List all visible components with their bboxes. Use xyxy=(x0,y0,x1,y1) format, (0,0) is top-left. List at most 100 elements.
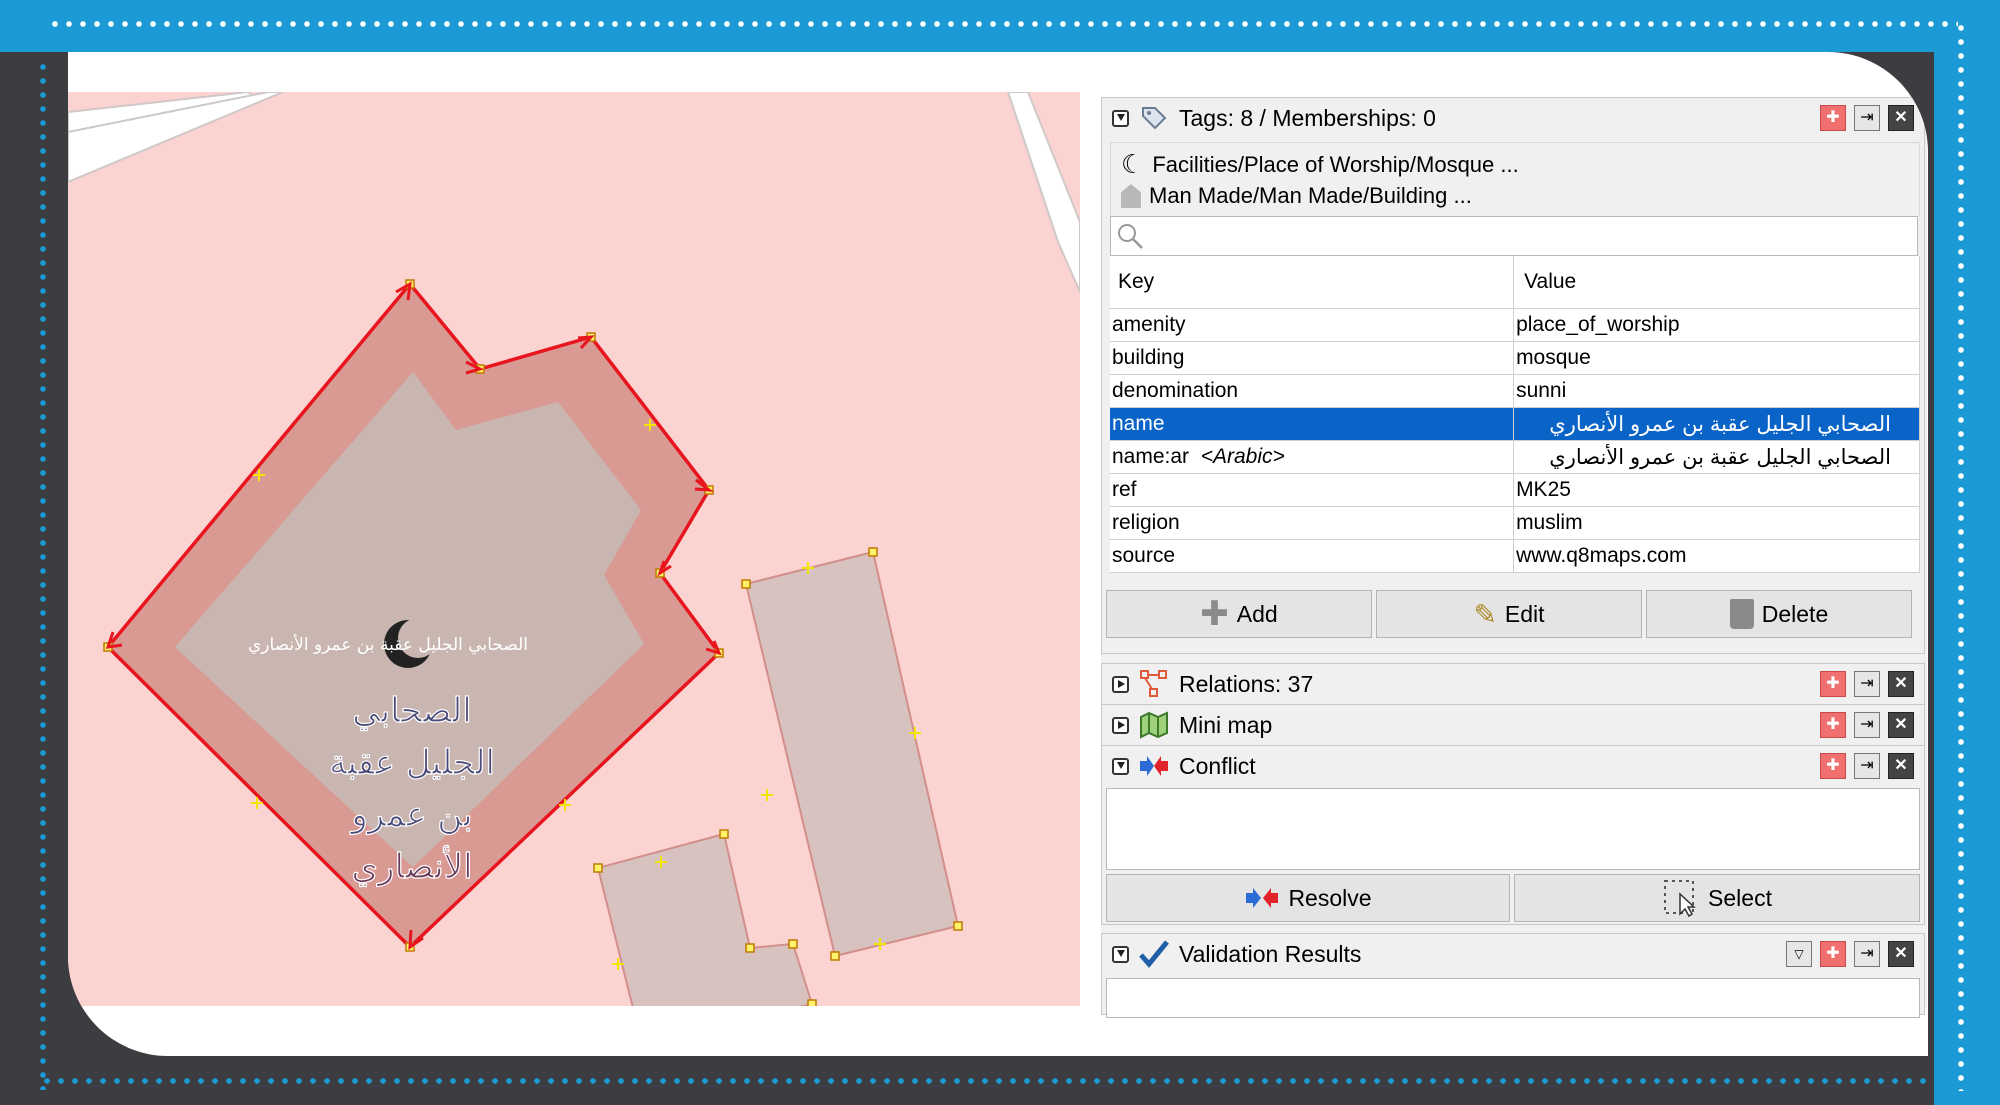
collapse-toggle-icon[interactable] xyxy=(1112,945,1129,963)
table-row[interactable]: religion muslim xyxy=(1110,506,1920,540)
tag-value[interactable]: place_of_worship xyxy=(1513,308,1920,342)
conflict-dialog: Conflict ✚ ⇥ ✕ Resolve Select xyxy=(1101,745,1925,925)
building-rect[interactable] xyxy=(744,550,960,958)
trash-icon xyxy=(1729,599,1754,629)
close-icon[interactable]: ✕ xyxy=(1888,712,1914,738)
tag-key[interactable]: building xyxy=(1110,341,1515,375)
table-row[interactable]: source www.q8maps.com xyxy=(1110,539,1920,573)
table-header: Key Value xyxy=(1110,256,1920,309)
table-row[interactable]: ref MK25 xyxy=(1110,473,1920,507)
frame-dots-right xyxy=(1958,21,1964,1091)
tag-key[interactable]: denomination xyxy=(1110,374,1515,408)
collapse-toggle-icon[interactable] xyxy=(1112,109,1129,127)
add-button[interactable]: ✚ Add xyxy=(1106,590,1372,638)
preset-item-building[interactable]: Man Made/Man Made/Building ... xyxy=(1121,183,1472,209)
frame-right-bar xyxy=(1934,0,2000,1105)
tag-value[interactable]: muslim xyxy=(1513,506,1920,540)
validation-results-list[interactable] xyxy=(1106,978,1920,1018)
filter-icon[interactable]: ▽ xyxy=(1786,941,1812,967)
validation-dialog-header[interactable]: Validation Results ▽ ✚ ⇥ ✕ xyxy=(1102,934,1924,974)
preset-label: Man Made/Man Made/Building ... xyxy=(1149,183,1472,208)
detach-icon[interactable]: ⇥ xyxy=(1854,941,1880,967)
minimap-dialog-header[interactable]: Mini map ✚ ⇥ ✕ xyxy=(1102,705,1924,745)
tag-buttons: ✚ Add ✎ Edit Delete xyxy=(1106,590,1912,638)
search-icon xyxy=(1118,224,1143,249)
building-l-shape[interactable] xyxy=(596,832,814,1006)
conflict-dialog-header[interactable]: Conflict ✚ ⇥ ✕ xyxy=(1102,746,1924,786)
resolve-button[interactable]: Resolve xyxy=(1106,874,1510,922)
plus-icon: ✚ xyxy=(1200,595,1229,633)
tag-key[interactable]: source xyxy=(1110,539,1515,573)
table-row[interactable]: building mosque xyxy=(1110,341,1920,375)
help-icon[interactable]: ✚ xyxy=(1820,753,1846,779)
side-panel: Tags: 8 / Memberships: 0 ✚ ⇥ ✕ ☾ Facilit… xyxy=(1101,97,1927,1018)
close-icon[interactable]: ✕ xyxy=(1888,671,1914,697)
edit-icon: ✎ xyxy=(1473,598,1497,630)
tags-dialog: Tags: 8 / Memberships: 0 ✚ ⇥ ✕ ☾ Facilit… xyxy=(1101,97,1925,654)
table-row[interactable]: denomination sunni xyxy=(1110,374,1920,408)
detach-icon[interactable]: ⇥ xyxy=(1854,753,1880,779)
tag-value[interactable]: الصحابي الجليل عقبة بن عمرو الأنصاري xyxy=(1513,407,1920,441)
help-icon[interactable]: ✚ xyxy=(1820,105,1846,131)
edit-label: Edit xyxy=(1504,600,1545,627)
validation-dialog: Validation Results ▽ ✚ ⇥ ✕ xyxy=(1101,933,1925,1018)
expand-toggle-icon[interactable] xyxy=(1112,675,1129,693)
tag-value[interactable]: الصحابي الجليل عقبة بن عمرو الأنصاري xyxy=(1513,440,1920,474)
map-icon xyxy=(1137,710,1171,740)
tag-value[interactable]: mosque xyxy=(1513,341,1920,375)
detach-icon[interactable]: ⇥ xyxy=(1854,712,1880,738)
delete-button[interactable]: Delete xyxy=(1646,590,1912,638)
relations-icon xyxy=(1137,669,1171,699)
table-row[interactable]: amenity place_of_worship xyxy=(1110,308,1920,342)
relations-dialog-header[interactable]: Relations: 37 ✚ ⇥ ✕ xyxy=(1102,664,1924,704)
help-icon[interactable]: ✚ xyxy=(1820,941,1846,967)
tag-value[interactable]: sunni xyxy=(1513,374,1920,408)
validation-dialog-title: Validation Results xyxy=(1179,940,1362,967)
screenshot-card: الصحابي الجليل عقبة بن عمرو الأنصاري الص… xyxy=(68,52,1928,1056)
table-row[interactable]: name:ar <Arabic> الصحابي الجليل عقبة بن … xyxy=(1110,440,1920,474)
map-label-large-line-3: بن عمرو xyxy=(349,795,472,835)
minimap-dialog-title: Mini map xyxy=(1179,711,1273,738)
help-icon[interactable]: ✚ xyxy=(1820,671,1846,697)
map-canvas[interactable]: الصحابي الجليل عقبة بن عمرو الأنصاري الص… xyxy=(68,92,1080,1006)
add-label: Add xyxy=(1236,600,1278,627)
column-header-value[interactable]: Value xyxy=(1513,256,1920,309)
select-label: Select xyxy=(1708,884,1772,911)
tag-key[interactable]: name xyxy=(1110,407,1515,441)
tag-search-input[interactable] xyxy=(1110,216,1918,256)
table-row-selected[interactable]: name الصحابي الجليل عقبة بن عمرو الأنصار… xyxy=(1110,407,1920,441)
relations-dialog-title: Relations: 37 xyxy=(1179,670,1314,697)
frame-dots-bottom xyxy=(40,1078,1940,1084)
tag-key[interactable]: amenity xyxy=(1110,308,1515,342)
tag-key-cell[interactable]: name:ar <Arabic> xyxy=(1110,440,1515,474)
column-header-key[interactable]: Key xyxy=(1110,256,1515,309)
frame-dots-left xyxy=(40,60,46,1090)
select-icon xyxy=(1664,880,1696,918)
map-label-large-line-2: الجليل عقبة xyxy=(329,743,495,783)
preset-item-mosque[interactable]: ☾ Facilities/Place of Worship/Mosque ... xyxy=(1121,149,1519,180)
select-button[interactable]: Select xyxy=(1514,874,1920,922)
close-icon[interactable]: ✕ xyxy=(1888,753,1914,779)
collapse-toggle-icon[interactable] xyxy=(1112,757,1129,775)
map-label-large-line-1: الصحابي xyxy=(352,691,471,731)
preset-label: Facilities/Place of Worship/Mosque ... xyxy=(1152,151,1519,177)
conflict-buttons: Resolve Select xyxy=(1106,874,1920,922)
map-label-small: الصحابي الجليل عقبة بن عمرو الأنصاري xyxy=(248,634,528,655)
tag-value[interactable]: MK25 xyxy=(1513,473,1920,507)
edit-button[interactable]: ✎ Edit xyxy=(1376,590,1642,638)
close-icon[interactable]: ✕ xyxy=(1888,105,1914,131)
checkmark-icon xyxy=(1137,939,1171,969)
expand-toggle-icon[interactable] xyxy=(1112,716,1129,734)
tag-value[interactable]: www.q8maps.com xyxy=(1513,539,1920,573)
detach-icon[interactable]: ⇥ xyxy=(1854,671,1880,697)
tag-key[interactable]: ref xyxy=(1110,473,1515,507)
help-icon[interactable]: ✚ xyxy=(1820,712,1846,738)
tags-dialog-header[interactable]: Tags: 8 / Memberships: 0 ✚ ⇥ ✕ xyxy=(1102,98,1924,138)
tag-key[interactable]: religion xyxy=(1110,506,1515,540)
conflict-icon xyxy=(1137,751,1171,781)
close-icon[interactable]: ✕ xyxy=(1888,941,1914,967)
detach-icon[interactable]: ⇥ xyxy=(1854,105,1880,131)
tags-dialog-title: Tags: 8 / Memberships: 0 xyxy=(1179,104,1436,131)
conflict-list[interactable] xyxy=(1106,788,1920,870)
map-view[interactable]: الصحابي الجليل عقبة بن عمرو الأنصاري الص… xyxy=(68,92,1080,1006)
